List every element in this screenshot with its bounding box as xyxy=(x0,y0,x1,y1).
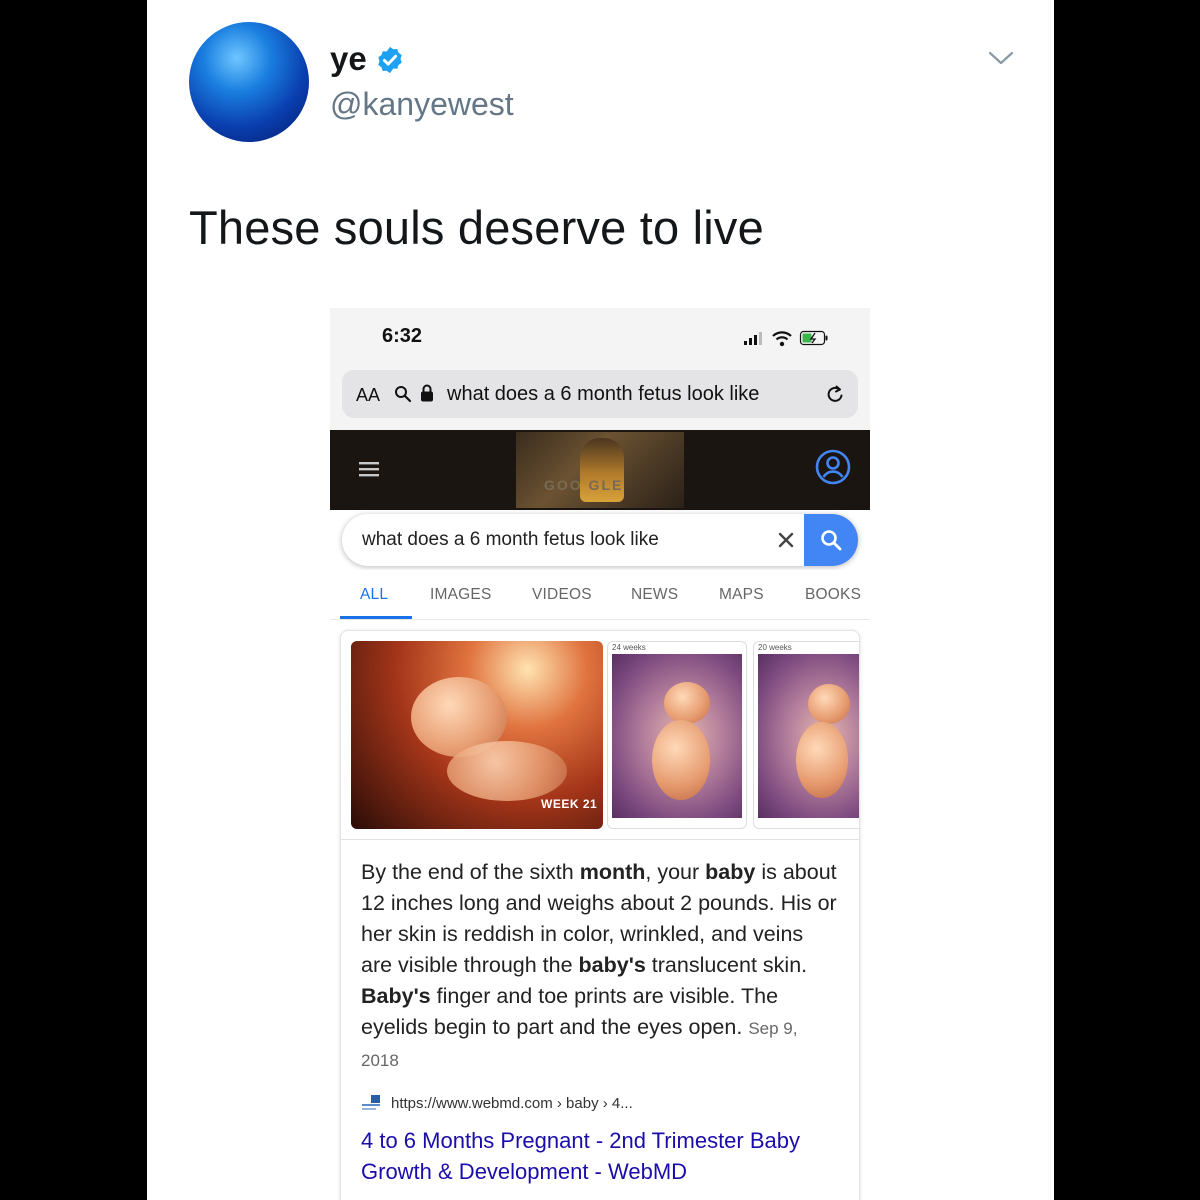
status-time: 6:32 xyxy=(382,325,423,347)
avatar[interactable] xyxy=(189,22,309,142)
active-tab-indicator xyxy=(340,616,412,619)
google-doodle[interactable]: GOO GLE xyxy=(516,432,684,508)
reader-options-button[interactable]: AA xyxy=(356,385,380,406)
wifi-icon xyxy=(772,331,792,347)
browser-toolbar: AA what does a 6 month fetus look like xyxy=(330,364,870,430)
result-image-3[interactable]: 20 weeks xyxy=(753,641,859,829)
divider xyxy=(341,839,859,840)
week-label: WEEK 21 xyxy=(541,797,598,811)
search-tabs: ALL IMAGES VIDEOS NEWS MAPS BOOKS xyxy=(330,570,870,620)
search-icon xyxy=(821,530,842,551)
attached-screenshot[interactable]: 6:32 AA what does a 6 month fetus look l… xyxy=(330,308,870,1200)
doodle-letters: GOO GLE xyxy=(544,477,624,493)
menu-icon[interactable] xyxy=(358,458,380,480)
tab-news[interactable]: NEWS xyxy=(631,586,678,604)
user-handle[interactable]: @kanyewest xyxy=(330,86,514,123)
snippet-run: translucent skin. xyxy=(645,953,808,977)
status-icons xyxy=(744,330,828,347)
snippet-bold-term: month xyxy=(579,860,646,884)
url-text[interactable]: what does a 6 month fetus look like xyxy=(447,383,759,406)
snippet-body: By the end of the sixth month, your baby… xyxy=(361,860,837,1039)
image-caption: 24 weeks xyxy=(612,643,646,652)
fetus-body xyxy=(652,720,710,800)
verified-badge-icon xyxy=(378,46,402,74)
account-icon[interactable] xyxy=(814,448,852,486)
snippet-bold-term: baby's xyxy=(578,953,646,977)
status-bar: 6:32 xyxy=(330,308,870,364)
fetus-body xyxy=(796,722,848,798)
fetus-body xyxy=(447,741,567,801)
snippet-bold-term: baby xyxy=(705,860,756,884)
search-query[interactable]: what does a 6 month fetus look like xyxy=(362,529,659,551)
favicon-icon xyxy=(361,1094,381,1112)
lock-icon xyxy=(421,384,433,402)
result-image-2[interactable]: 24 weeks xyxy=(607,641,747,829)
tab-maps[interactable]: MAPS xyxy=(719,586,764,604)
search-input[interactable]: what does a 6 month fetus look like xyxy=(342,514,858,566)
tab-images[interactable]: IMAGES xyxy=(430,586,492,604)
featured-snippet-card: WEEK 21 24 weeks 20 weeks By the end of … xyxy=(340,630,860,1200)
tab-all[interactable]: ALL xyxy=(360,586,388,604)
snippet-run: By the end of the sixth xyxy=(361,860,580,884)
snippet-run: , your xyxy=(645,860,706,884)
search-button[interactable] xyxy=(804,514,858,566)
fetus-head xyxy=(664,682,710,724)
image-illustration xyxy=(758,654,859,818)
reload-icon[interactable] xyxy=(824,383,846,405)
snippet-text: By the end of the sixth month, your baby… xyxy=(361,857,839,1076)
display-name[interactable]: ye xyxy=(330,40,367,78)
tweet-text: These souls deserve to live xyxy=(189,201,764,254)
result-source[interactable]: https://www.webmd.com › baby › 4... xyxy=(361,1091,841,1115)
clear-icon[interactable] xyxy=(776,530,796,550)
chevron-down-icon[interactable] xyxy=(987,48,1015,68)
tab-books[interactable]: BOOKS xyxy=(805,586,861,604)
result-title-link[interactable]: 4 to 6 Months Pregnant - 2nd Trimester B… xyxy=(361,1125,851,1187)
tweet-card: ye @kanyewest These souls deserve to liv… xyxy=(147,0,1054,1200)
fetus-head xyxy=(808,684,850,724)
image-strip: WEEK 21 24 weeks 20 weeks xyxy=(341,631,859,837)
result-image-1[interactable]: WEEK 21 xyxy=(351,641,603,829)
google-header: GOO GLE xyxy=(330,430,870,510)
search-row: what does a 6 month fetus look like xyxy=(330,510,870,568)
tab-videos[interactable]: VIDEOS xyxy=(532,586,592,604)
address-bar[interactable]: AA what does a 6 month fetus look like xyxy=(342,370,858,418)
snippet-bold-term: Baby's xyxy=(361,984,431,1008)
image-caption: 20 weeks xyxy=(758,643,792,652)
signal-icon xyxy=(744,332,762,345)
battery-icon xyxy=(799,330,828,346)
search-icon xyxy=(395,386,412,403)
image-illustration xyxy=(612,654,742,818)
source-url[interactable]: https://www.webmd.com › baby › 4... xyxy=(391,1095,633,1112)
